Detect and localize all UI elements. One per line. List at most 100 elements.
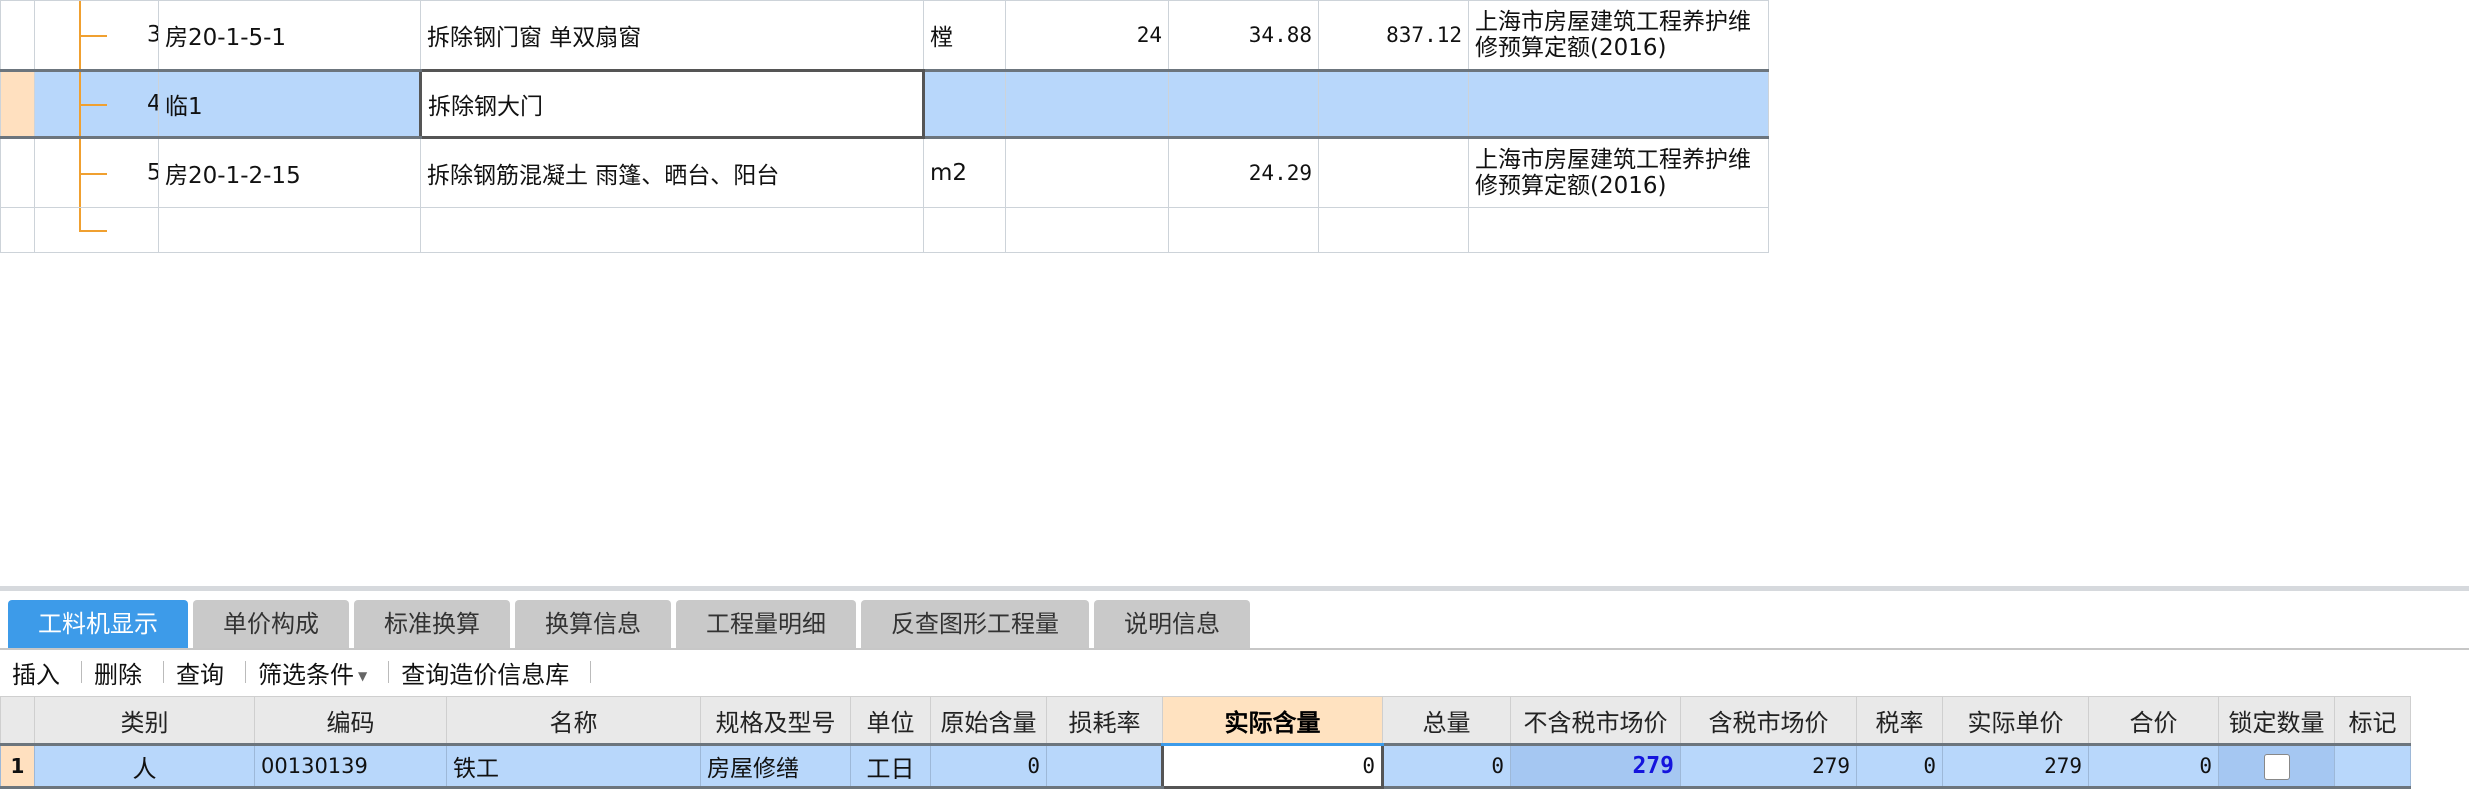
original-qty-cell[interactable]: 0	[930, 743, 1047, 789]
item-unit[interactable]: 樘	[923, 0, 1006, 71]
item-unit-price[interactable]: 24.29	[1168, 137, 1319, 208]
delete-button[interactable]: 删除	[82, 655, 164, 690]
grid-row-empty[interactable]	[0, 207, 1769, 253]
item-quantity[interactable]	[1005, 69, 1169, 139]
row-index[interactable]: 1	[0, 743, 35, 789]
grid-row-selected[interactable]: 4 临1 拆除钢大门	[0, 69, 1769, 139]
tree-node[interactable]: 5	[34, 137, 159, 208]
col-header-lock-qty[interactable]: 锁定数量	[2218, 696, 2335, 745]
price-database-button[interactable]: 查询造价信息库	[389, 655, 592, 690]
resource-row-selected[interactable]: 1 人 00130139 铁工 房屋修缮 工日 0 0 0 279 279 0 …	[0, 743, 2411, 789]
row-header[interactable]	[0, 0, 35, 71]
tab-reverse-graphic-quantity[interactable]: 反查图形工程量	[861, 600, 1089, 648]
empty-cell[interactable]	[420, 207, 924, 253]
filter-dropdown[interactable]: 筛选条件 ▼	[246, 655, 390, 690]
filter-label: 筛选条件	[258, 660, 354, 689]
empty-cell[interactable]	[1468, 207, 1769, 253]
item-unit-price[interactable]: 34.88	[1168, 0, 1319, 71]
col-header-tax-rate[interactable]: 税率	[1856, 696, 1943, 745]
empty-cell[interactable]	[158, 207, 421, 253]
row-number: 5	[147, 161, 158, 186]
row-number: 3	[147, 23, 158, 48]
mark-cell[interactable]	[2334, 743, 2411, 789]
unit-cell[interactable]: 工日	[850, 743, 931, 789]
col-header-unit[interactable]: 单位	[850, 696, 931, 745]
empty-cell[interactable]	[923, 207, 1006, 253]
tab-standard-conversion[interactable]: 标准换算	[354, 600, 510, 648]
row-number: 4	[147, 92, 158, 117]
tree-node[interactable]: 3	[34, 0, 159, 71]
actual-unit-price-cell[interactable]: 279	[1942, 743, 2089, 789]
col-header-name[interactable]: 名称	[446, 696, 701, 745]
col-header-market-price-inc-tax[interactable]: 含税市场价	[1680, 696, 1857, 745]
item-name-editor[interactable]: 拆除钢大门	[419, 69, 925, 139]
tab-description-info[interactable]: 说明信息	[1094, 600, 1250, 648]
empty-cell[interactable]	[1318, 207, 1469, 253]
item-code[interactable]: 临1	[158, 69, 421, 139]
empty-cell[interactable]	[1168, 207, 1319, 253]
tax-rate-cell[interactable]: 0	[1856, 743, 1943, 789]
lock-qty-checkbox[interactable]	[2263, 754, 2290, 780]
item-source[interactable]: 上海市房屋建筑工程养护维修预算定额(2016)	[1468, 137, 1769, 208]
market-price-inc-tax-cell[interactable]: 279	[1680, 743, 1857, 789]
item-total[interactable]: 837.12	[1318, 0, 1469, 71]
grid-row[interactable]: 5 房20-1-2-15 拆除钢筋混凝土 雨篷、晒台、阳台 m2 24.29 上…	[0, 137, 1769, 208]
item-quantity[interactable]: 24	[1005, 0, 1169, 71]
insert-button[interactable]: 插入	[0, 655, 82, 690]
col-header-market-price-ex-tax[interactable]: 不含税市场价	[1510, 696, 1681, 745]
tab-unit-price-composition[interactable]: 单价构成	[193, 600, 349, 648]
name-cell[interactable]: 铁工	[446, 743, 701, 789]
grid-header-row: 类别 编码 名称 规格及型号 单位 原始含量 损耗率 实际含量 总量 不含税市场…	[0, 696, 2411, 746]
market-price-ex-tax-cell[interactable]: 279	[1510, 743, 1681, 789]
detail-toolbar: 插入 删除 查询 筛选条件 ▼ 查询造价信息库	[0, 652, 592, 692]
query-button[interactable]: 查询	[164, 655, 246, 690]
col-header-amount[interactable]: 合价	[2088, 696, 2219, 745]
empty-cell[interactable]	[1005, 207, 1169, 253]
col-header-total-qty[interactable]: 总量	[1382, 696, 1511, 745]
spec-cell[interactable]: 房屋修缮	[700, 743, 851, 789]
panel-splitter[interactable]	[0, 586, 2469, 591]
col-header-code[interactable]: 编码	[254, 696, 447, 745]
upper-item-grid: 3 房20-1-5-1 拆除钢门窗 单双扇窗 樘 24 34.88 837.12…	[0, 0, 1769, 253]
row-header[interactable]	[0, 207, 35, 253]
resource-grid: 类别 编码 名称 规格及型号 单位 原始含量 损耗率 实际含量 总量 不含税市场…	[0, 696, 2411, 789]
lock-qty-cell	[2218, 743, 2335, 789]
item-unit[interactable]: m2	[923, 137, 1006, 208]
item-name[interactable]: 拆除钢筋混凝土 雨篷、晒台、阳台	[420, 137, 924, 208]
item-quantity[interactable]	[1005, 137, 1169, 208]
category-cell[interactable]: 人	[34, 743, 255, 789]
grid-corner[interactable]	[0, 696, 35, 745]
col-header-category[interactable]: 类别	[34, 696, 255, 745]
total-qty-cell[interactable]: 0	[1382, 743, 1511, 789]
actual-qty-editor[interactable]: 0	[1161, 743, 1384, 789]
tree-node[interactable]	[34, 207, 159, 253]
row-header[interactable]	[0, 69, 35, 139]
col-header-loss-rate[interactable]: 损耗率	[1046, 696, 1163, 745]
col-header-original-qty[interactable]: 原始含量	[930, 696, 1047, 745]
item-name[interactable]: 拆除钢门窗 单双扇窗	[420, 0, 924, 71]
tab-baseline	[0, 648, 2469, 650]
loss-rate-cell[interactable]	[1046, 743, 1163, 789]
chevron-down-icon: ▼	[358, 668, 368, 683]
item-total[interactable]	[1318, 69, 1469, 139]
item-code[interactable]: 房20-1-5-1	[158, 0, 421, 71]
item-code[interactable]: 房20-1-2-15	[158, 137, 421, 208]
tab-conversion-info[interactable]: 换算信息	[515, 600, 671, 648]
item-source[interactable]: 上海市房屋建筑工程养护维修预算定额(2016)	[1468, 0, 1769, 71]
code-cell[interactable]: 00130139	[254, 743, 447, 789]
col-header-spec[interactable]: 规格及型号	[700, 696, 851, 745]
tab-labor-material-machine[interactable]: 工料机显示	[8, 600, 188, 648]
detail-tab-bar: 工料机显示 单价构成 标准换算 换算信息 工程量明细 反查图形工程量 说明信息	[8, 600, 1250, 648]
item-total[interactable]	[1318, 137, 1469, 208]
col-header-actual-unit-price[interactable]: 实际单价	[1942, 696, 2089, 745]
tree-node[interactable]: 4	[34, 69, 159, 139]
grid-row[interactable]: 3 房20-1-5-1 拆除钢门窗 单双扇窗 樘 24 34.88 837.12…	[0, 0, 1769, 71]
item-source[interactable]	[1468, 69, 1769, 139]
item-unit[interactable]	[923, 69, 1006, 139]
tab-quantity-detail[interactable]: 工程量明细	[676, 600, 856, 648]
item-unit-price[interactable]	[1168, 69, 1319, 139]
col-header-mark[interactable]: 标记	[2334, 696, 2411, 745]
col-header-actual-qty[interactable]: 实际含量	[1162, 696, 1383, 746]
row-header[interactable]	[0, 137, 35, 208]
amount-cell[interactable]: 0	[2088, 743, 2219, 789]
